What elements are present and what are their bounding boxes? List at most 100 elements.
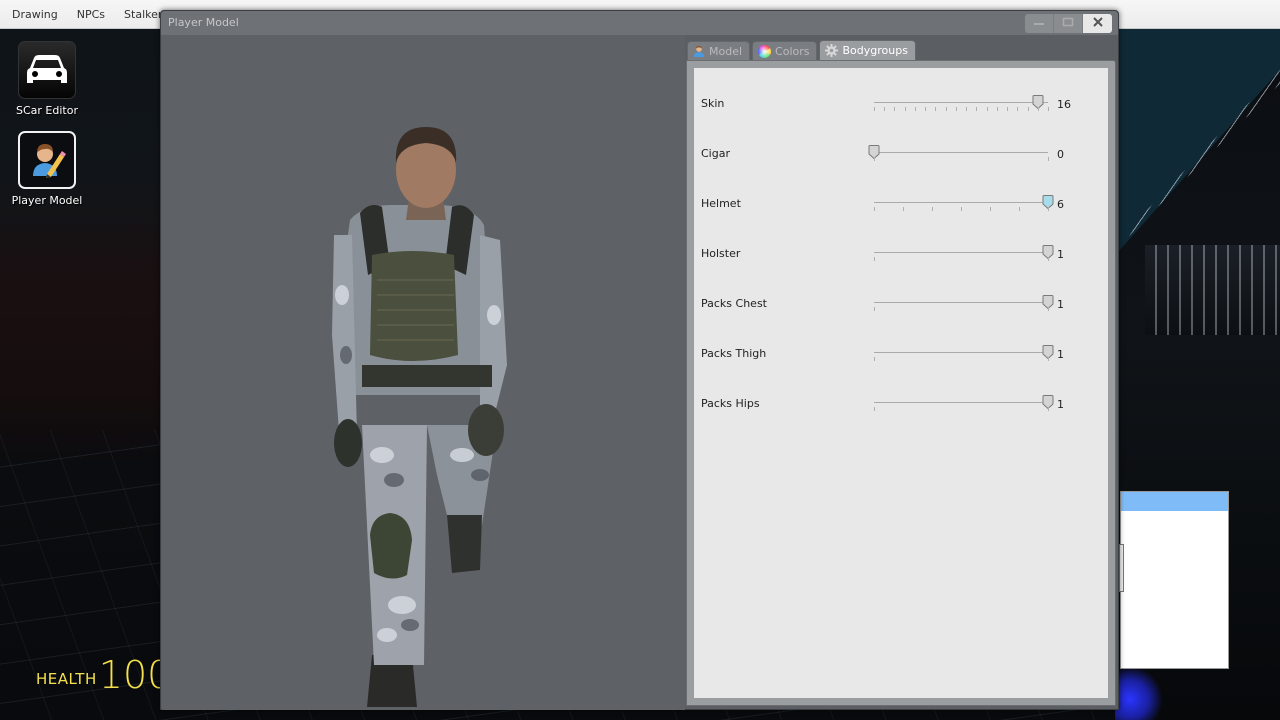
slider-tick xyxy=(904,107,906,111)
slider-tick xyxy=(1017,107,1019,111)
bodygroup-row: Skin 16 xyxy=(694,94,1108,114)
menu-drawing[interactable]: Drawing xyxy=(12,8,58,21)
user-icon xyxy=(693,45,705,57)
bodygroup-label: Packs Hips xyxy=(701,397,760,410)
health-hud: HEALTH 100 xyxy=(36,656,171,694)
slider-tick xyxy=(925,107,927,111)
slider-tick xyxy=(1048,107,1049,111)
bodygroup-value: 16 xyxy=(1057,98,1071,111)
slider-tick xyxy=(874,307,875,311)
desktop-icon-scar-editor[interactable]: SCar Editor xyxy=(2,41,92,117)
slider-track xyxy=(874,402,1048,403)
minimize-button[interactable] xyxy=(1025,14,1054,33)
window-controls xyxy=(1025,14,1112,33)
bodygroup-row: Packs Thigh 1 xyxy=(694,344,1108,364)
bodygroup-label: Helmet xyxy=(701,197,741,210)
maximize-icon xyxy=(1062,17,1074,30)
slider-tick xyxy=(874,207,875,211)
slider-tick xyxy=(884,107,886,111)
window-titlebar[interactable]: Player Model xyxy=(161,11,1118,35)
tab-colors[interactable]: Colors xyxy=(752,41,818,60)
model-preview[interactable] xyxy=(162,35,685,710)
slider-track xyxy=(874,102,1048,103)
slider-tick xyxy=(1048,407,1049,411)
slider-tick xyxy=(996,107,998,111)
slider-tick xyxy=(1019,207,1020,211)
player-model-window: Player Model Model Colors Bodygroups Ski… xyxy=(160,10,1119,710)
slider-tick xyxy=(1048,207,1049,211)
slider-tick xyxy=(1048,257,1049,261)
slider-tick xyxy=(1037,107,1039,111)
bodygroup-label: Cigar xyxy=(701,147,730,160)
tab-label: Bodygroups xyxy=(842,44,908,57)
bodygroup-slider[interactable] xyxy=(874,244,1054,264)
slider-tick xyxy=(932,207,933,211)
slider-tick xyxy=(1027,107,1029,111)
gear-icon xyxy=(825,44,839,57)
bodygroup-row: Helmet 6 xyxy=(694,194,1108,214)
slider-track xyxy=(874,302,1048,303)
blue-glow xyxy=(1115,668,1165,720)
slider-tick xyxy=(874,257,875,261)
bodygroup-slider[interactable] xyxy=(874,94,1049,114)
car-icon xyxy=(18,41,76,99)
bodygroup-value: 0 xyxy=(1057,148,1064,161)
bodygroup-slider[interactable] xyxy=(874,344,1054,364)
bodygroup-slider[interactable] xyxy=(874,294,1054,314)
slider-tick xyxy=(914,107,916,111)
bodygroup-slider[interactable] xyxy=(874,194,1054,214)
bodygroup-value: 6 xyxy=(1057,198,1064,211)
bodygroup-label: Packs Thigh xyxy=(701,347,767,360)
bodygroup-row: Cigar 0 xyxy=(694,144,1108,164)
color-wheel-icon xyxy=(758,44,772,58)
slider-tick xyxy=(874,157,875,161)
slider-tick xyxy=(1048,157,1049,161)
slider-track xyxy=(874,202,1048,203)
bodygroup-value: 1 xyxy=(1057,248,1064,261)
bodygroup-slider[interactable] xyxy=(874,394,1054,414)
slider-tick xyxy=(874,107,875,111)
bodygroups-panel: Skin 16 Cigar 0 Helmet 6 Holster 1 Packs… xyxy=(686,60,1116,706)
slider-tick xyxy=(1048,357,1049,361)
slider-tick xyxy=(874,407,875,411)
menu-npcs[interactable]: NPCs xyxy=(77,8,105,21)
bodygroup-row: Packs Hips 1 xyxy=(694,394,1108,414)
slider-tick xyxy=(903,207,904,211)
user-edit-icon xyxy=(18,131,76,189)
close-icon xyxy=(1092,16,1104,31)
desktop-icon-label: Player Model xyxy=(11,194,83,207)
slider-tick xyxy=(986,107,988,111)
background-window-control xyxy=(1119,544,1124,592)
slider-track xyxy=(874,152,1048,153)
slider-tick xyxy=(894,107,896,111)
health-label: HEALTH xyxy=(36,670,97,688)
tab-label: Colors xyxy=(775,44,810,58)
slider-tick xyxy=(976,107,978,111)
background-window-titlebar xyxy=(1121,492,1228,511)
tab-bodygroups[interactable]: Bodygroups xyxy=(819,40,916,60)
player-model-figure xyxy=(332,127,507,707)
bodygroup-slider[interactable] xyxy=(868,144,1049,164)
minimize-icon xyxy=(1033,17,1045,30)
slider-tick xyxy=(874,357,875,361)
bodygroup-label: Skin xyxy=(701,97,725,110)
slider-track xyxy=(874,352,1048,353)
tab-label: Model xyxy=(709,44,743,58)
slider-tick xyxy=(990,207,991,211)
slider-tick xyxy=(935,107,937,111)
slider-tick xyxy=(966,107,968,111)
bodygroup-row: Holster 1 xyxy=(694,244,1108,264)
bodygroup-row: Packs Chest 1 xyxy=(694,294,1108,314)
maximize-button[interactable] xyxy=(1054,14,1083,33)
bodygroup-value: 1 xyxy=(1057,398,1064,411)
slider-tick xyxy=(955,107,957,111)
bodygroup-label: Holster xyxy=(701,247,741,260)
close-button[interactable] xyxy=(1083,14,1112,33)
desktop-icon-player-model[interactable]: Player Model xyxy=(2,131,92,207)
background-window xyxy=(1119,491,1229,669)
tab-model[interactable]: Model xyxy=(687,41,751,60)
bodygroup-label: Packs Chest xyxy=(701,297,767,310)
bodygroup-value: 1 xyxy=(1057,298,1064,311)
bodygroups-list: Skin 16 Cigar 0 Helmet 6 Holster 1 Packs… xyxy=(694,68,1108,698)
bodygroup-value: 1 xyxy=(1057,348,1064,361)
